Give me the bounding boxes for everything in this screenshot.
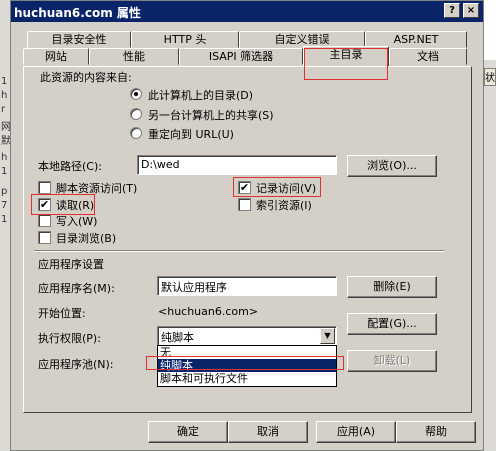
tab-documents[interactable]: 文档 bbox=[389, 48, 467, 65]
dropdown-option-scripts-and-executables[interactable]: 脚本和可执行文件 bbox=[158, 372, 336, 385]
local-path-label: 本地路径(C): bbox=[38, 160, 102, 173]
tab-http-headers[interactable]: HTTP 头 bbox=[131, 31, 239, 48]
start-point-value: <huchuan6.com> bbox=[158, 305, 259, 318]
checkbox-read[interactable]: ✔ bbox=[38, 198, 51, 211]
app-settings-heading: 应用程序设置 bbox=[38, 258, 104, 271]
radio-network-share-label: 另一台计算机上的共享(S) bbox=[148, 109, 274, 122]
checkbox-write[interactable] bbox=[38, 214, 51, 227]
help-button[interactable]: 帮助 bbox=[396, 421, 476, 443]
tab-website[interactable]: 网站 bbox=[23, 48, 89, 65]
background-text: 7 bbox=[1, 200, 8, 211]
script-source-access-label: 脚本资源访问(T) bbox=[56, 182, 138, 195]
background-column-header: 状 bbox=[484, 68, 496, 86]
start-point-label: 开始位置: bbox=[38, 307, 86, 320]
background-window-right bbox=[484, 60, 496, 451]
configure-button[interactable]: 配置(G)... bbox=[347, 313, 437, 335]
radio-local-directory-label: 此计算机上的目录(D) bbox=[148, 89, 254, 102]
exec-permissions-dropdown-list: 无 纯脚本 脚本和可执行文件 bbox=[157, 345, 337, 387]
background-text: h bbox=[1, 152, 8, 163]
ok-button[interactable]: 确定 bbox=[148, 421, 228, 443]
exec-permissions-label: 执行权限(P): bbox=[38, 332, 101, 345]
read-label: 读取(R) bbox=[56, 199, 95, 212]
radio-redirect-url-label: 重定向到 URL(U) bbox=[148, 128, 234, 141]
help-title-button[interactable]: ? bbox=[444, 3, 460, 18]
background-text: 1 bbox=[1, 214, 8, 225]
tab-performance[interactable]: 性能 bbox=[89, 48, 179, 65]
exec-permissions-value: 纯脚本 bbox=[161, 331, 194, 344]
write-label: 写入(W) bbox=[56, 215, 98, 228]
dropdown-option-none[interactable]: 无 bbox=[158, 346, 336, 359]
section-divider bbox=[34, 250, 444, 252]
index-resource-label: 索引资源(I) bbox=[256, 199, 312, 212]
cancel-button[interactable]: 取消 bbox=[228, 421, 308, 443]
apply-button[interactable]: 应用(A) bbox=[316, 421, 396, 443]
checkbox-log-visits[interactable]: ✔ bbox=[238, 181, 251, 194]
window-title: huchuan6.com 属性 bbox=[14, 6, 141, 20]
dropdown-option-scripts-only[interactable]: 纯脚本 bbox=[158, 359, 336, 372]
background-text: 1 bbox=[1, 166, 8, 177]
radio-local-directory[interactable] bbox=[130, 88, 142, 100]
close-title-button[interactable]: × bbox=[463, 3, 479, 18]
chevron-down-icon[interactable]: ▼ bbox=[320, 328, 335, 344]
app-pool-label: 应用程序池(N): bbox=[38, 358, 114, 371]
title-bar[interactable]: huchuan6.com 属性 ? × bbox=[11, 1, 483, 22]
remove-button[interactable]: 删除(E) bbox=[347, 276, 437, 298]
background-text: h bbox=[1, 90, 8, 101]
app-name-input[interactable]: 默认应用程序 bbox=[157, 276, 337, 296]
directory-browsing-label: 目录浏览(B) bbox=[56, 232, 117, 245]
checkbox-script-source-access[interactable] bbox=[38, 181, 51, 194]
browse-button[interactable]: 浏览(O)... bbox=[347, 155, 437, 177]
app-name-label: 应用程序名(M): bbox=[38, 282, 115, 295]
content-source-heading: 此资源的内容来自: bbox=[40, 71, 132, 84]
radio-network-share[interactable] bbox=[130, 108, 142, 120]
checkbox-directory-browsing[interactable] bbox=[38, 231, 51, 244]
local-path-input[interactable]: D:\wed bbox=[137, 155, 337, 175]
radio-redirect-url[interactable] bbox=[130, 127, 142, 139]
background-text: r bbox=[1, 104, 6, 115]
unload-button[interactable]: 卸载(L) bbox=[347, 350, 437, 372]
tab-directory-security[interactable]: 目录安全性 bbox=[27, 31, 131, 48]
log-visits-label: 记录访问(V) bbox=[256, 182, 317, 195]
background-text: 1 bbox=[1, 76, 8, 87]
tab-isapi-filters[interactable]: ISAPI 筛选器 bbox=[179, 48, 303, 65]
exec-permissions-select[interactable]: 纯脚本 ▼ bbox=[157, 326, 337, 346]
tab-home-directory[interactable]: 主目录 bbox=[303, 46, 389, 66]
background-text: p bbox=[1, 186, 8, 197]
checkbox-index-resource[interactable] bbox=[238, 198, 251, 211]
